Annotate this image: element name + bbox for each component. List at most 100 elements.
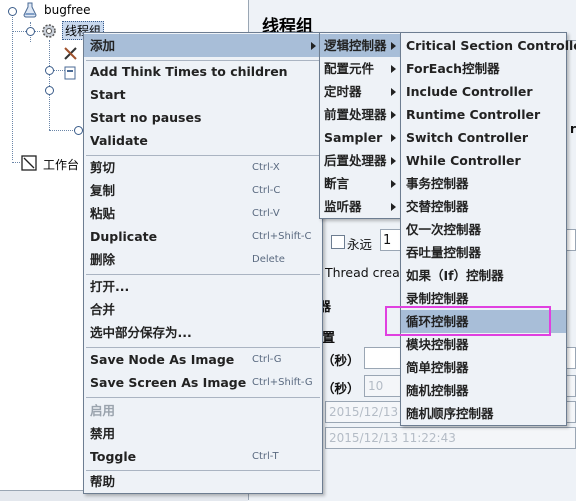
menu-item-delete[interactable]: 删除 Delete: [84, 248, 322, 271]
menu-item-label: Add Think Times to children: [90, 64, 288, 79]
menu-item-help[interactable]: 帮助: [84, 470, 322, 493]
submenu-item-switch-controller[interactable]: Switch Controller: [401, 126, 566, 149]
menu-item-cut[interactable]: 剪切 Ctrl-X: [84, 156, 322, 179]
end-time-value: 2015/12/13 11:22:43: [329, 431, 456, 445]
submenu-item-random-controller[interactable]: 随机控制器: [401, 379, 566, 402]
menu-item-merge[interactable]: 合并: [84, 298, 322, 321]
submenu-item-listener[interactable]: 监听器: [320, 195, 400, 218]
expand-handle[interactable]: [45, 66, 54, 75]
workbench-icon: [20, 154, 38, 175]
submenu-arrow-icon: [391, 65, 396, 73]
menu-item-start[interactable]: Start: [84, 83, 322, 106]
duration-seconds-label: （秒）: [322, 353, 360, 368]
submenu-item-runtime-controller[interactable]: Runtime Controller: [401, 103, 566, 126]
submenu-item-module-controller[interactable]: 模块控制器: [401, 333, 566, 356]
menu-shortcut: Ctrl-G: [252, 354, 282, 365]
submenu-item-simple-controller[interactable]: 简单控制器: [401, 356, 566, 379]
submenu-item-assertion[interactable]: 断言: [320, 172, 400, 195]
add-submenu: 逻辑控制器 配置元件 定时器 前置处理器 Sampler 后置处理器 断言 监听…: [319, 32, 401, 219]
menu-item-label: Include Controller: [406, 84, 533, 99]
menu-item-label: 交替控制器: [406, 199, 469, 214]
submenu-item-random-order-controller[interactable]: 随机顺序控制器: [401, 402, 566, 425]
logic-controller-submenu: Critical Section Controller ForEach控制器 I…: [400, 32, 576, 426]
submenu-item-post-processor[interactable]: 后置处理器: [320, 149, 400, 172]
menu-item-validate[interactable]: Validate: [84, 129, 322, 152]
submenu-item-foreach-controller[interactable]: ForEach控制器: [401, 57, 566, 80]
end-time-input[interactable]: 2015/12/13 11:22:43: [325, 427, 576, 449]
expand-handle[interactable]: [45, 86, 54, 95]
menu-item-label: 监听器: [324, 199, 362, 214]
gear-icon: [40, 22, 58, 43]
submenu-item-sampler[interactable]: Sampler: [320, 126, 400, 149]
config-icon: [64, 66, 76, 83]
menu-item-label: 随机顺序控制器: [406, 406, 494, 421]
menu-item-save-screen-as-image[interactable]: Save Screen As Image Ctrl+Shift-G: [84, 371, 322, 394]
menu-item-open[interactable]: 打开...: [84, 275, 322, 298]
menu-item-label: 模块控制器: [406, 337, 469, 352]
forever-checkbox[interactable]: [331, 235, 345, 249]
menu-item-label: 剪切: [90, 160, 116, 175]
menu-item-label: While Controller: [406, 153, 521, 168]
expand-handle[interactable]: [26, 27, 35, 36]
submenu-item-logic-controller[interactable]: 逻辑控制器: [320, 34, 400, 57]
submenu-item-config-element[interactable]: 配置元件: [320, 57, 400, 80]
tree-node-bugfree[interactable]: bugfree: [44, 3, 91, 17]
menu-separator: [86, 397, 320, 398]
menu-item-label: 断言: [324, 176, 350, 191]
submenu-item-while-controller[interactable]: While Controller: [401, 149, 566, 172]
menu-item-save-selection-as[interactable]: 选中部分保存为...: [84, 321, 322, 344]
menu-item-label: 简单控制器: [406, 360, 469, 375]
tree-node-workbench[interactable]: 工作台: [43, 156, 79, 173]
menu-item-label: Start no pauses: [90, 110, 202, 125]
menu-item-label: 配置元件: [324, 61, 375, 76]
menu-item-copy[interactable]: 复制 Ctrl-C: [84, 179, 322, 202]
menu-item-add-think-times[interactable]: Add Think Times to children: [84, 60, 322, 83]
submenu-item-throughput-controller[interactable]: 吞吐量控制器: [401, 241, 566, 264]
submenu-item-timer[interactable]: 定时器: [320, 80, 400, 103]
test-plan-icon: [22, 2, 38, 21]
menu-item-label: Switch Controller: [406, 130, 529, 145]
menu-item-label: 选中部分保存为...: [90, 325, 192, 340]
submenu-item-transaction-controller[interactable]: 事务控制器: [401, 172, 566, 195]
menu-item-disable[interactable]: 禁用: [84, 422, 322, 445]
submenu-item-interleave-controller[interactable]: 交替控制器: [401, 195, 566, 218]
submenu-item-if-controller[interactable]: 如果（If）控制器: [401, 264, 566, 287]
menu-item-label: 前置处理器: [324, 107, 387, 122]
menu-item-label: 吞吐量控制器: [406, 245, 482, 260]
menu-item-label: 如果（If）控制器: [406, 268, 504, 283]
menu-item-label: Sampler: [324, 130, 383, 145]
menu-shortcut: Ctrl-C: [252, 185, 281, 196]
menu-item-label: 逻辑控制器: [324, 38, 387, 53]
menu-item-duplicate[interactable]: Duplicate Ctrl+Shift-C: [84, 225, 322, 248]
menu-item-label: Toggle: [90, 449, 137, 464]
edge-label-fragment: re: [570, 122, 576, 136]
sampler-icon: [62, 44, 80, 65]
menu-item-start-no-pauses[interactable]: Start no pauses: [84, 106, 322, 129]
menu-item-label: 复制: [90, 183, 116, 198]
menu-item-add[interactable]: 添加: [84, 34, 322, 57]
menu-shortcut: Delete: [252, 254, 285, 265]
menu-shortcut: Ctrl-V: [252, 208, 280, 219]
context-menu: 添加 Add Think Times to children Start Sta…: [83, 32, 323, 494]
menu-item-label: 粘贴: [90, 206, 116, 221]
thread-creation-label: Thread creati: [325, 265, 409, 280]
menu-item-toggle[interactable]: Toggle Ctrl-T: [84, 445, 322, 468]
submenu-arrow-icon: [391, 134, 396, 142]
submenu-item-critical-section-controller[interactable]: Critical Section Controller: [401, 34, 576, 57]
menu-item-save-node-as-image[interactable]: Save Node As Image Ctrl-G: [84, 348, 322, 371]
menu-item-label: Critical Section Controller: [406, 38, 576, 53]
config-label-fragment: 置: [322, 331, 336, 346]
submenu-item-pre-processor[interactable]: 前置处理器: [320, 103, 400, 126]
submenu-arrow-icon: [311, 42, 316, 50]
loop-count-value: 1: [383, 233, 392, 248]
expand-handle[interactable]: [8, 7, 17, 16]
menu-item-label: ForEach控制器: [406, 61, 500, 76]
menu-item-label: 删除: [90, 252, 116, 267]
submenu-item-once-only-controller[interactable]: 仅一次控制器: [401, 218, 566, 241]
submenu-arrow-icon: [391, 111, 396, 119]
menu-item-paste[interactable]: 粘贴 Ctrl-V: [84, 202, 322, 225]
highlight-annotation-box: [385, 306, 551, 336]
submenu-item-include-controller[interactable]: Include Controller: [401, 80, 566, 103]
expand-handle[interactable]: [74, 126, 83, 135]
menu-item-enable: 启用: [84, 399, 322, 422]
